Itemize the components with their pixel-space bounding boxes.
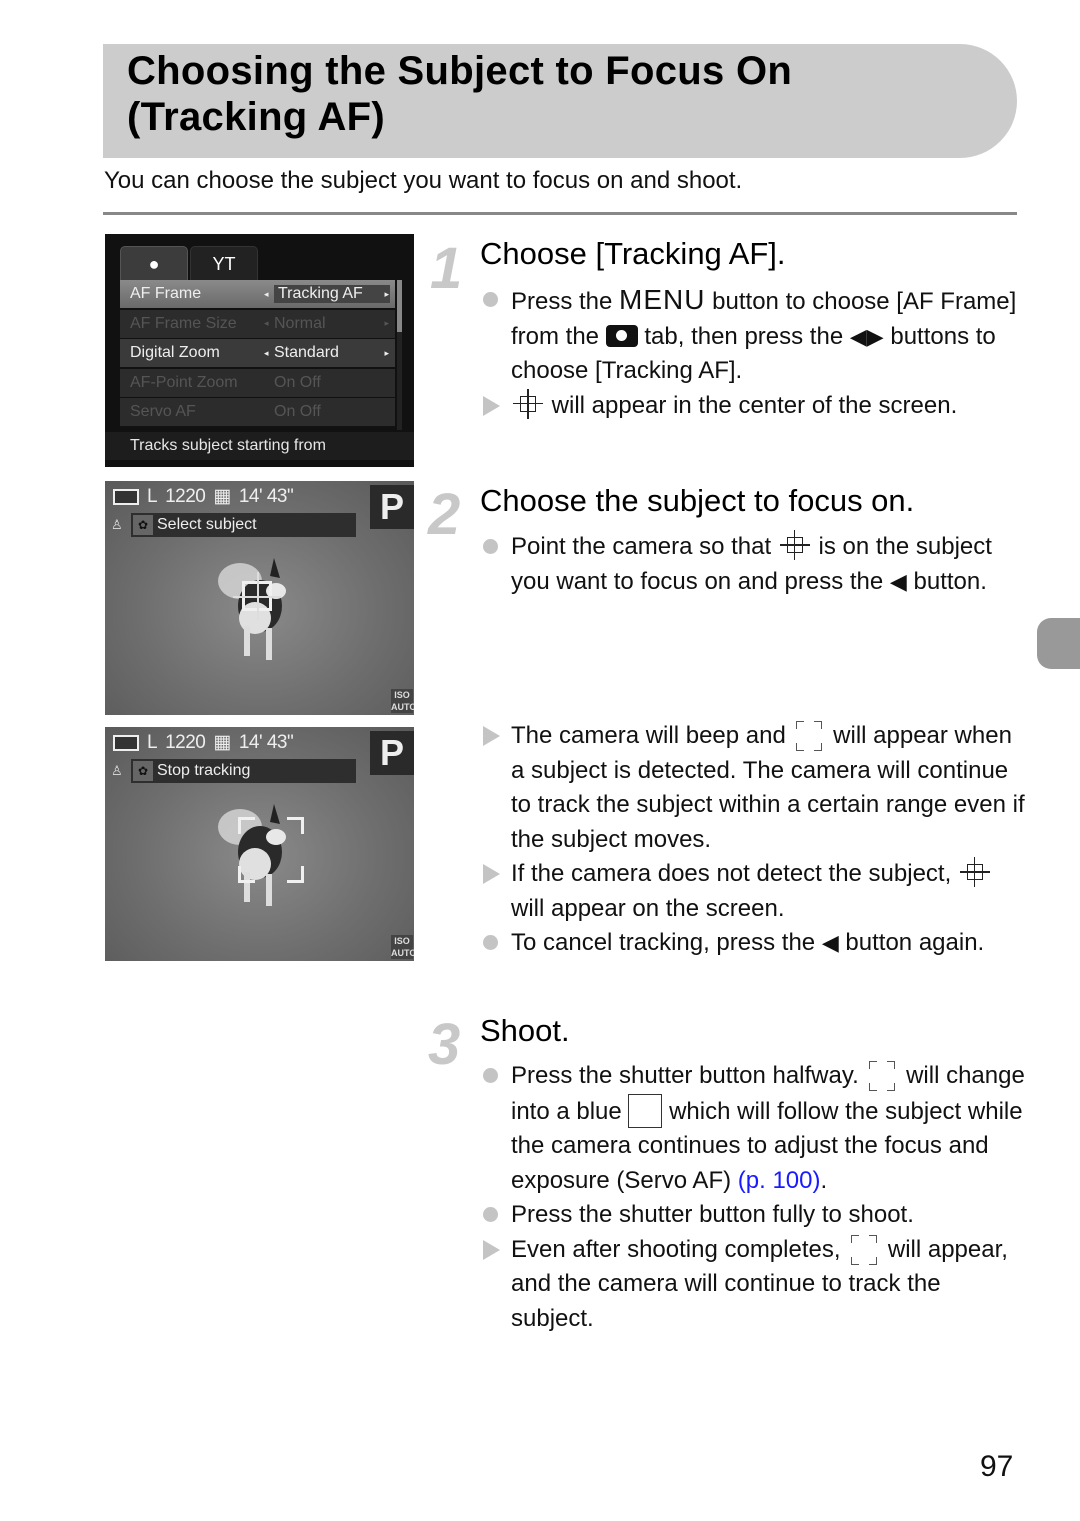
shots-remaining: 1220: [165, 485, 206, 507]
arrow-left-icon: ◂: [264, 347, 269, 358]
chapter-side-tab: [1037, 618, 1080, 669]
movie-time: 14' 43": [238, 731, 294, 753]
bullet-icon: [483, 292, 498, 307]
menu-tabs: ● ΥT: [120, 246, 258, 282]
title-banner: Choosing the Subject to Focus On (Tracki…: [103, 44, 1017, 158]
iso-icon: ISO AUTO: [391, 689, 414, 713]
bullet-icon: [483, 539, 498, 554]
movie-icon: ▦: [213, 732, 231, 753]
step-2-items: Point the camera so that is on the subje…: [480, 530, 1025, 599]
af-frame-icon: [958, 857, 992, 887]
tracking-frame-icon: [847, 1233, 881, 1267]
camera-icon: ●: [148, 253, 160, 274]
bullet-icon: [483, 1068, 498, 1083]
step-number-1: 1: [430, 236, 463, 301]
person-icon: ♙: [111, 763, 123, 778]
page-reference-link[interactable]: (p. 100): [738, 1167, 821, 1194]
left-arrow-icon: ◀: [821, 930, 839, 955]
af-crosshair-frame: [233, 572, 281, 620]
bullet-icon: [483, 1207, 498, 1222]
tracking-frame-icon: [865, 1059, 899, 1093]
menu-row-af-frame: AF Frame ◂ Tracking AF ▸: [120, 280, 395, 308]
movie-time: 14' 43": [238, 485, 294, 507]
step-3-title: Shoot.: [480, 1013, 570, 1048]
step-number-3: 3: [428, 1012, 461, 1077]
menu-button-label: MENU: [619, 284, 706, 315]
result-item: The camera will beep and will appear whe…: [480, 719, 1025, 857]
battery-icon: [113, 488, 139, 505]
iso-icon: ISO AUTO: [391, 935, 414, 959]
result-arrow-icon: [483, 395, 500, 416]
macro-button-icon: ✿: [133, 515, 153, 535]
step-3-items: Press the shutter button halfway. will c…: [480, 1059, 1025, 1336]
step-2-results: The camera will beep and will appear whe…: [480, 719, 1025, 961]
menu-help-text: Tracks subject starting from: [105, 432, 414, 460]
person-icon: ♙: [111, 517, 123, 532]
status-bar: L 1220 ▦ 14' 43": [113, 485, 294, 508]
divider: [103, 212, 1017, 215]
arrow-left-icon: ◂: [264, 288, 269, 299]
movie-icon: ▦: [213, 486, 231, 507]
left-arrow-icon: ◀: [889, 568, 907, 594]
menu-screen-image: ● ΥT AF Frame ◂ Tracking AF ▸ AF Frame S…: [105, 234, 414, 467]
settings-tab: ΥT: [190, 246, 258, 282]
macro-button-icon: ✿: [133, 761, 153, 781]
status-bar: L 1220 ▦ 14' 43": [113, 731, 294, 754]
menu-row-digital-zoom: Digital Zoom ◂ Standard ▸: [120, 339, 395, 367]
result-arrow-icon: [483, 864, 500, 884]
arrow-left-icon: ◂: [264, 318, 269, 328]
instruction-item: Point the camera so that is on the subje…: [480, 530, 1025, 599]
intro-text: You can choose the subject you want to f…: [104, 167, 743, 194]
step-number-2: 2: [428, 482, 461, 547]
page-title: Choosing the Subject to Focus On (Tracki…: [127, 49, 793, 139]
wrench-icon: ΥT: [212, 253, 236, 274]
stop-tracking-screen-image: L 1220 ▦ 14' 43" P ♙ ✿ Stop tracking ISO…: [105, 727, 414, 961]
result-item: Even after shooting completes, will appe…: [480, 1233, 1025, 1337]
af-frame-icon: [778, 530, 812, 560]
image-size: L: [147, 731, 158, 753]
result-item: If the camera does not detect the subjec…: [480, 857, 1025, 926]
camera-icon: [605, 324, 638, 347]
menu-list: AF Frame ◂ Tracking AF ▸ AF Frame Size ◂…: [120, 280, 395, 428]
instruction-item: Press the shutter button fully to shoot.: [480, 1198, 1025, 1233]
tracking-corner-frame: [238, 817, 304, 883]
select-subject-screen-image: L 1220 ▦ 14' 43" P ♙ ✿ Select subject IS…: [105, 481, 414, 715]
instruction-item: Press the MENU button to choose [AF Fram…: [480, 283, 1025, 389]
camera-tab: ●: [120, 246, 188, 282]
tracking-frame-icon: [792, 719, 826, 753]
guide-text: Select subject: [157, 516, 257, 533]
menu-scrollbar: [397, 280, 402, 430]
guide-bar: ♙ ✿ Select subject: [111, 513, 356, 537]
arrow-right-icon: ▸: [384, 318, 389, 328]
step-1-title: Choose [Tracking AF].: [480, 236, 786, 271]
left-right-arrows-icon: ◀▶: [849, 323, 884, 349]
step-2-title: Choose the subject to focus on.: [480, 483, 915, 518]
shooting-mode: P: [370, 485, 414, 529]
guide-bar: ♙ ✿ Stop tracking: [111, 759, 356, 783]
step-1-items: Press the MENU button to choose [AF Fram…: [480, 283, 1025, 423]
result-item: will appear in the center of the screen.: [480, 388, 1025, 424]
menu-row-servo-af: Servo AF On Off: [120, 398, 395, 426]
instruction-item: Press the shutter button halfway. will c…: [480, 1059, 1025, 1198]
arrow-right-icon: ▸: [384, 288, 389, 299]
arrow-right-icon: ▸: [384, 347, 389, 358]
result-arrow-icon: [483, 1239, 500, 1260]
result-arrow-icon: [483, 726, 500, 746]
shooting-mode: P: [370, 731, 414, 775]
bullet-icon: [483, 935, 498, 950]
guide-text: Stop tracking: [157, 762, 251, 779]
scroll-thumb: [397, 280, 402, 332]
af-frame-icon: [511, 388, 545, 419]
instruction-item: To cancel tracking, press the ◀ button a…: [480, 926, 1025, 961]
blue-frame-icon: [628, 1093, 663, 1128]
page-number: 97: [980, 1450, 1014, 1483]
battery-icon: [113, 734, 139, 751]
menu-row-af-point-zoom: AF-Point Zoom On Off: [120, 368, 395, 397]
shots-remaining: 1220: [165, 731, 206, 753]
menu-row-af-frame-size: AF Frame Size ◂ Normal ▸: [120, 309, 395, 338]
image-size: L: [147, 485, 158, 507]
